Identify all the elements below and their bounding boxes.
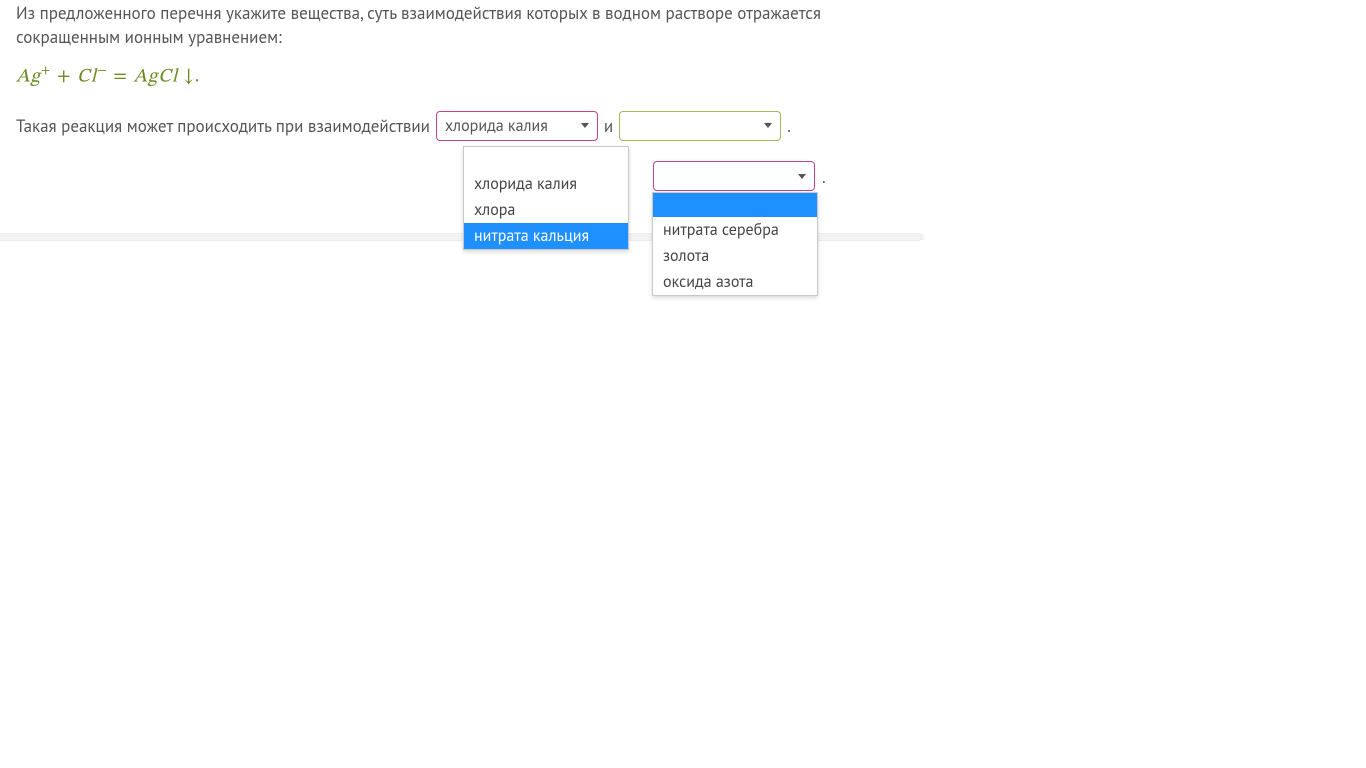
answer-and: и	[604, 115, 613, 137]
dropdown-option[interactable]: нитрата серебра	[653, 217, 817, 243]
eq-ag-charge: +	[41, 65, 52, 78]
dropdown-option[interactable]: хлорида калия	[464, 171, 628, 197]
question-prompt: Из предложенного перечня укажите веществ…	[16, 2, 904, 50]
eq-cl: Cl	[77, 67, 97, 86]
eq-equals: =	[108, 67, 134, 86]
eq-agcl: AgCl	[133, 67, 183, 86]
substance-2-select-duplicate[interactable]	[653, 161, 815, 191]
substance-1-dropdown[interactable]: хлорида калия хлора нитрата кальция	[463, 146, 629, 250]
substance-2-dropdown[interactable]: нитрата серебра золота оксида азота	[652, 192, 818, 296]
ionic-equation: Ag+ + Cl− = AgCl ↓.	[16, 64, 904, 89]
eq-plus: +	[51, 67, 77, 86]
eq-cl-charge: −	[97, 65, 108, 78]
dropdown-option[interactable]: хлора	[464, 197, 628, 223]
dropdown-option-highlighted[interactable]: нитрата кальция	[464, 223, 628, 249]
eq-period: .	[195, 67, 201, 86]
precipitate-arrow-icon: ↓	[184, 67, 195, 86]
dropdown-blank-option[interactable]	[464, 147, 628, 171]
substance-1-value: хлорида калия	[445, 116, 548, 136]
substance-2-select[interactable]	[619, 111, 781, 141]
chevron-down-icon	[760, 112, 776, 140]
dropdown-option[interactable]: золота	[653, 243, 817, 269]
dropdown-blank-option-highlighted[interactable]	[653, 193, 817, 217]
chevron-down-icon	[577, 112, 593, 140]
answer-lead: Такая реакция может происходить при взаи…	[16, 115, 430, 137]
chevron-down-icon	[794, 162, 810, 190]
dropdown-option[interactable]: оксида азота	[653, 269, 817, 295]
answer-period-duplicate: .	[822, 166, 826, 188]
answer-period: .	[787, 115, 791, 137]
eq-ag: Ag	[16, 67, 41, 86]
answer-line: Такая реакция может происходить при взаи…	[16, 111, 904, 141]
substance-1-select[interactable]: хлорида калия	[436, 111, 598, 141]
